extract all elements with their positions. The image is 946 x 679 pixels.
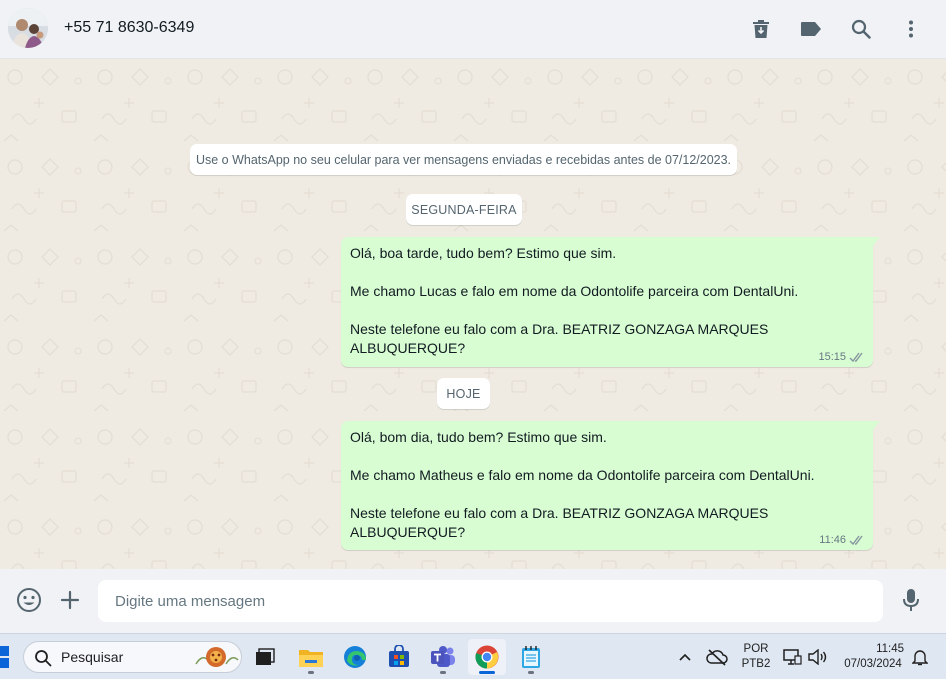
double-check-icon xyxy=(849,352,863,362)
teams-icon[interactable] xyxy=(424,639,462,675)
message-line: Olá, bom dia, tudo bem? Estimo que sim. xyxy=(350,429,607,445)
date-divider: HOJE xyxy=(437,378,490,409)
chat-scrollbar[interactable] xyxy=(938,59,946,569)
compose-bar: Digite uma mensagem xyxy=(0,569,946,633)
message-time: 15:15 xyxy=(818,351,846,363)
date-divider: SEGUNDA-FEIRA xyxy=(406,194,522,225)
message-meta: 11:46 xyxy=(819,534,865,546)
search-highlight-icon xyxy=(195,647,239,667)
notification-bell-icon[interactable] xyxy=(908,639,932,675)
keyboard-layout: PTB2 xyxy=(741,658,771,670)
onedrive-offline-icon[interactable] xyxy=(702,639,732,675)
search-icon xyxy=(35,650,52,667)
search-placeholder: Pesquisar xyxy=(61,649,124,665)
store-icon[interactable] xyxy=(380,639,418,675)
label-icon[interactable] xyxy=(798,16,824,42)
chat-header: +55 71 8630-6349 xyxy=(0,0,946,59)
bubble-tail xyxy=(872,421,880,431)
windows-taskbar: Pesquisar POR PTB2 11:45 07/03/2024 xyxy=(0,633,946,679)
notepad-icon[interactable] xyxy=(512,639,550,675)
task-view-icon[interactable] xyxy=(246,639,284,675)
contact-name[interactable]: +55 71 8630-6349 xyxy=(64,19,194,37)
message-time: 11:46 xyxy=(819,534,846,546)
message-line: Me chamo Lucas e falo em nome da Odontol… xyxy=(350,283,799,299)
chrome-icon[interactable] xyxy=(468,639,506,675)
double-check-icon xyxy=(849,535,863,545)
edge-icon[interactable] xyxy=(336,639,374,675)
outgoing-message[interactable]: Olá, boa tarde, tudo bem? Estimo que sim… xyxy=(341,237,880,367)
chevron-up-icon[interactable] xyxy=(672,639,698,675)
bubble-tail xyxy=(872,237,880,247)
system-clock[interactable]: 11:45 07/03/2024 xyxy=(838,642,908,672)
delete-icon[interactable] xyxy=(748,16,774,42)
message-line: Neste telefone eu falo com a Dra. BEATRI… xyxy=(350,321,769,356)
network-icon[interactable] xyxy=(780,639,804,675)
search-icon[interactable] xyxy=(848,16,874,42)
clock-date: 07/03/2024 xyxy=(844,658,902,670)
emoji-icon[interactable] xyxy=(14,585,44,615)
message-line: Me chamo Matheus e falo em nome da Odont… xyxy=(350,467,815,483)
attach-plus-icon[interactable] xyxy=(55,585,85,615)
input-language[interactable]: POR PTB2 xyxy=(738,642,774,672)
volume-icon[interactable] xyxy=(805,639,829,675)
encryption-notice: Use o WhatsApp no seu celular para ver m… xyxy=(190,144,737,175)
message-line: Olá, boa tarde, tudo bem? Estimo que sim… xyxy=(350,245,617,261)
message-line: Neste telefone eu falo com a Dra. BEATRI… xyxy=(350,505,769,540)
windows-start-icon[interactable] xyxy=(0,646,10,668)
chat-area[interactable]: Use o WhatsApp no seu celular para ver m… xyxy=(0,59,946,569)
contact-avatar[interactable] xyxy=(8,8,48,48)
clock-time: 11:45 xyxy=(876,643,904,655)
microphone-icon[interactable] xyxy=(896,585,926,615)
message-meta: 15:15 xyxy=(818,351,865,363)
file-explorer-icon[interactable] xyxy=(292,639,330,675)
outgoing-message[interactable]: Olá, bom dia, tudo bem? Estimo que sim. … xyxy=(341,421,880,550)
language-code: POR xyxy=(743,643,769,655)
taskbar-search[interactable]: Pesquisar xyxy=(23,641,242,673)
message-input[interactable]: Digite uma mensagem xyxy=(98,580,883,622)
more-vert-icon[interactable] xyxy=(898,16,924,42)
